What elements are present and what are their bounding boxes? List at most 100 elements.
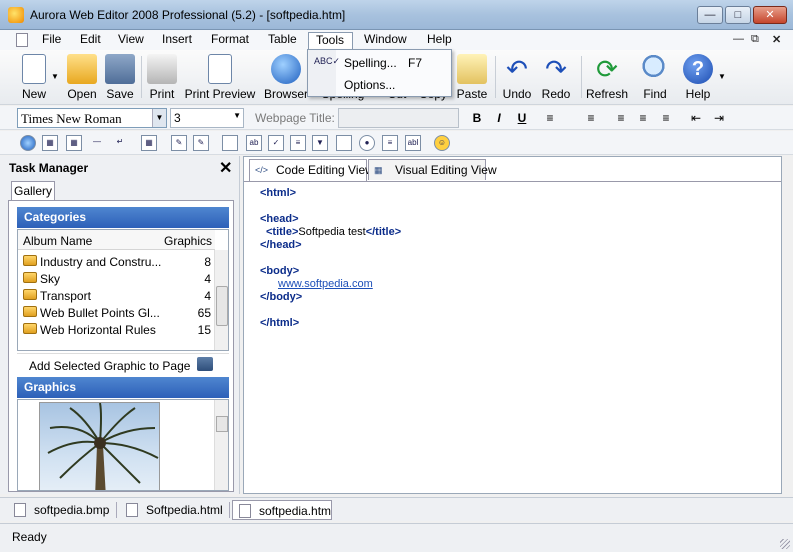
close-icon[interactable]: ✕ — [219, 158, 232, 178]
status-bar: Ready — [0, 523, 793, 552]
horizontal-rule-icon[interactable]: — — [89, 135, 105, 151]
refresh-icon: ⟳ — [596, 54, 618, 84]
menu-tools[interactable]: Tools — [308, 32, 353, 49]
label-field-icon[interactable]: abl — [405, 135, 421, 151]
print-preview-button[interactable]: Print Preview — [184, 54, 256, 101]
magnifier-icon — [640, 54, 670, 84]
refresh-button[interactable]: ⟳ Refresh — [585, 54, 629, 101]
code-hyperlink[interactable]: www.softpedia.com — [278, 278, 373, 290]
mdi-restore-icon[interactable]: ⧉ — [751, 33, 759, 46]
code-editor[interactable]: <html> <head> <title>Softpedia test</tit… — [244, 181, 781, 493]
file-icon — [14, 503, 26, 517]
minimize-button[interactable]: — — [697, 6, 723, 24]
graphics-scrollbar[interactable] — [214, 400, 228, 490]
menu-help[interactable]: Help — [423, 32, 456, 49]
column-graphics[interactable]: Graphics — [164, 234, 212, 248]
doc-tab-softpedia-bmp[interactable]: softpedia.bmp — [8, 500, 113, 520]
line-break-icon[interactable]: ↵ — [112, 135, 128, 151]
button-field-icon[interactable] — [336, 135, 352, 151]
menu-format[interactable]: Format — [207, 32, 253, 49]
list-item[interactable]: Industry and Constru... 8 — [20, 253, 215, 270]
scrollbar-thumb[interactable] — [216, 416, 228, 432]
radio-button-icon[interactable]: ● — [359, 135, 375, 151]
add-selected-graphic-button[interactable]: Add Selected Graphic to Page — [17, 353, 229, 375]
outdent-icon[interactable]: ⇤ — [687, 109, 705, 127]
dropdown-field-icon[interactable]: ▼ — [312, 135, 328, 151]
menu-item-options[interactable]: Options... — [308, 74, 451, 96]
save-button[interactable]: Save — [104, 54, 136, 101]
textarea-icon[interactable]: ≡ — [382, 135, 398, 151]
webpage-title-input[interactable] — [338, 108, 459, 128]
edit-icon[interactable]: ✎ — [193, 135, 209, 151]
scrollbar-thumb[interactable] — [216, 286, 228, 326]
new-document-icon — [22, 54, 46, 84]
font-select[interactable]: Times New Roman ▼ — [17, 108, 167, 128]
italic-button[interactable]: I — [490, 109, 508, 127]
column-album-name[interactable]: Album Name — [23, 234, 92, 248]
undo-button[interactable]: ↶ Undo — [500, 54, 534, 101]
align-left-icon[interactable]: ≡ — [612, 109, 630, 127]
align-center-icon[interactable]: ≡ — [634, 109, 652, 127]
list-item[interactable]: Web Bullet Points Gl... 65 — [20, 304, 215, 321]
spelling-check-icon: ABC✓ — [314, 56, 341, 66]
smiley-icon[interactable]: ☺ — [434, 135, 450, 151]
gallery-pane: Categories Album Name Graphics Industry … — [8, 200, 234, 492]
chevron-down-icon[interactable]: ▼ — [152, 109, 166, 127]
hyperlink-icon[interactable] — [20, 135, 36, 151]
print-button[interactable]: Print — [146, 54, 178, 101]
form-icon[interactable] — [222, 135, 238, 151]
grid-icon[interactable]: ▦ — [141, 135, 157, 151]
mdi-minimize-icon[interactable]: — — [733, 33, 744, 45]
album-list-scrollbar[interactable] — [214, 250, 228, 350]
doc-tab-softpedia-htm[interactable]: softpedia.htm — [232, 500, 332, 520]
listbox-icon[interactable]: ≡ — [290, 135, 306, 151]
mdi-close-icon[interactable]: ✕ — [772, 33, 781, 46]
resize-grip-icon[interactable] — [780, 539, 790, 549]
palm-tree-thumbnail[interactable] — [39, 402, 160, 490]
new-button[interactable]: New — [18, 54, 50, 101]
doc-tab-softpedia-html[interactable]: Softpedia.html — [120, 500, 225, 520]
tab-visual-editing-view[interactable]: ▦ Visual Editing View — [368, 159, 497, 180]
help-dropdown-icon[interactable]: ▼ — [718, 72, 726, 81]
numbered-list-icon[interactable]: ≡ — [582, 109, 600, 127]
tab-gallery[interactable]: Gallery — [11, 181, 55, 201]
menu-table[interactable]: Table — [264, 32, 301, 49]
help-button[interactable]: ? Help — [681, 54, 715, 101]
align-right-icon[interactable]: ≡ — [657, 109, 675, 127]
code-line: <head> — [260, 213, 299, 225]
menu-item-spelling[interactable]: ABC✓ Spelling... F7 — [308, 52, 451, 74]
title-bar: Aurora Web Editor 2008 Professional (5.2… — [0, 0, 793, 30]
redo-button[interactable]: ↷ Redo — [539, 54, 573, 101]
tab-code-editing-view[interactable]: </> Code Editing View — [249, 159, 374, 181]
browser-button[interactable]: Browser — [262, 54, 310, 101]
close-button[interactable]: ✕ — [753, 6, 787, 24]
list-item[interactable]: Sky 4 — [20, 270, 215, 287]
paste-button[interactable]: Paste — [455, 54, 489, 101]
new-dropdown-icon[interactable]: ▼ — [51, 72, 59, 81]
menu-view[interactable]: View — [114, 32, 148, 49]
list-item[interactable]: Web Horizontal Rules 15 — [20, 321, 215, 338]
code-line: </body> — [260, 291, 303, 303]
album-list-header: Album Name Graphics — [18, 230, 215, 250]
menu-window[interactable]: Window — [360, 32, 411, 49]
bold-button[interactable]: B — [468, 109, 486, 127]
toolbar-separator — [141, 56, 142, 98]
indent-icon[interactable]: ⇥ — [710, 109, 728, 127]
table-icon[interactable]: ▦ — [66, 135, 82, 151]
find-button[interactable]: Find — [638, 54, 672, 101]
image-icon[interactable]: ▦ — [42, 135, 58, 151]
palm-tree-image — [47, 403, 159, 490]
underline-button[interactable]: U — [513, 109, 531, 127]
script-icon[interactable]: ✎ — [171, 135, 187, 151]
open-button[interactable]: Open — [65, 54, 99, 101]
text-field-icon[interactable]: ab — [246, 135, 262, 151]
checkbox-icon[interactable]: ✓ — [268, 135, 284, 151]
font-size-select[interactable]: 3 ▼ — [170, 108, 244, 128]
chevron-down-icon[interactable]: ▼ — [233, 111, 241, 120]
menu-file[interactable]: File — [38, 32, 65, 49]
maximize-button[interactable]: □ — [725, 6, 751, 24]
bullet-list-icon[interactable]: ≡ — [541, 109, 559, 127]
menu-insert[interactable]: Insert — [158, 32, 196, 49]
menu-edit[interactable]: Edit — [76, 32, 105, 49]
list-item[interactable]: Transport 4 — [20, 287, 215, 304]
